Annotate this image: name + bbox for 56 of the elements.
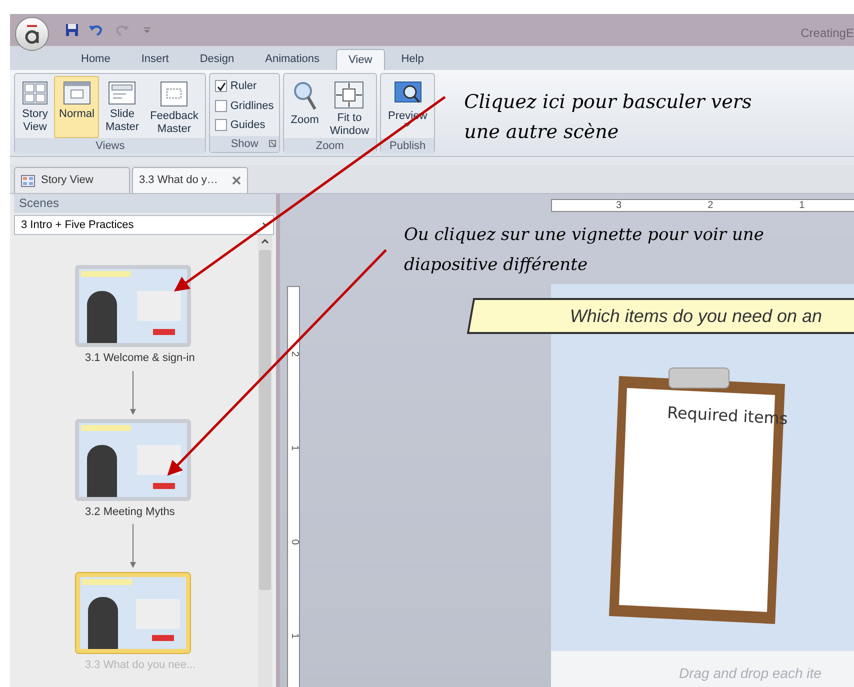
slide-thumbnail[interactable]	[75, 265, 191, 347]
clipboard-label: Required items	[666, 402, 788, 430]
checkbox[interactable]	[215, 119, 228, 132]
ribbon-tab[interactable]: Animations	[250, 49, 335, 70]
ribbon-tab[interactable]: Home	[66, 49, 126, 70]
annotation-text: Ou cliquez sur une vignette pour voir une diapositive différente	[404, 224, 765, 277]
app-logo-icon[interactable]	[15, 17, 49, 51]
checkbox-option[interactable]: Ruler	[215, 78, 274, 94]
ribbon-tab[interactable]: Design	[184, 49, 250, 70]
ribbon-button[interactable]: Story View	[17, 76, 53, 138]
connector-arrow	[130, 524, 136, 568]
slide-caption[interactable]: 3.1 Welcome & sign-in	[85, 350, 195, 366]
question-banner: Which items do you need on an	[466, 298, 854, 334]
connector-arrow	[130, 370, 136, 414]
document-tab[interactable]: Story View	[14, 167, 130, 193]
scroll-up-icon[interactable]	[261, 238, 269, 244]
slide-caption[interactable]: 3.2 Meeting Myths	[85, 504, 175, 520]
checkbox-option[interactable]: Gridlines	[215, 98, 274, 114]
slide-thumbnail[interactable]	[75, 572, 191, 654]
instruction-text: Drag and drop each ite	[679, 664, 822, 683]
scrollbar[interactable]	[258, 235, 272, 687]
ribbon-tab[interactable]: Insert	[126, 49, 184, 70]
ribbon-button[interactable]: Normal	[54, 76, 100, 138]
ribbon-button[interactable]: Feedback Master	[145, 76, 204, 138]
horizontal-ruler: 3 2 1	[551, 199, 854, 212]
document-tab[interactable]: 3.3 What do y…	[132, 167, 248, 193]
close-icon[interactable]	[232, 176, 241, 185]
ribbon-tab[interactable]: Help	[386, 49, 439, 70]
slide-layout-icon	[108, 81, 136, 105]
scene-dropdown[interactable]: 3 Intro + Five Practices	[14, 215, 274, 235]
dashed-frame-icon	[160, 81, 188, 107]
ribbon-button[interactable]: Zoom	[286, 76, 324, 138]
dialog-launcher-icon[interactable]	[268, 140, 276, 147]
group-label: Show	[230, 136, 258, 152]
magnifier-icon	[292, 81, 317, 111]
slide-layout-icon	[62, 81, 91, 105]
annotation-text: Cliquez ici pour basculer vers une autre scène	[464, 90, 753, 145]
ribbon-button[interactable]: Fit to Window	[324, 76, 374, 138]
grid-icon	[21, 174, 35, 186]
group-label: Zoom	[316, 138, 344, 154]
undo-icon[interactable]	[89, 24, 103, 36]
group-label: Views	[96, 138, 125, 154]
save-icon[interactable]	[65, 23, 79, 37]
checkbox-option[interactable]: Guides	[215, 117, 274, 134]
vertical-ruler: 2 1 0 1	[287, 286, 300, 687]
grid-icon	[22, 81, 48, 105]
checkbox[interactable]	[215, 80, 228, 92]
panel-title: Scenes	[14, 194, 276, 213]
fit-frame-icon	[334, 81, 364, 109]
scrollbar-thumb[interactable]	[259, 250, 271, 590]
ribbon-tab[interactable]: View	[336, 49, 386, 70]
group-label: Publish	[390, 138, 426, 154]
slide-thumbnail[interactable]	[75, 418, 191, 500]
ribbon-button[interactable]: Slide Master	[100, 76, 144, 138]
checkbox[interactable]	[215, 100, 228, 112]
window-title: CreatingE	[800, 25, 854, 42]
